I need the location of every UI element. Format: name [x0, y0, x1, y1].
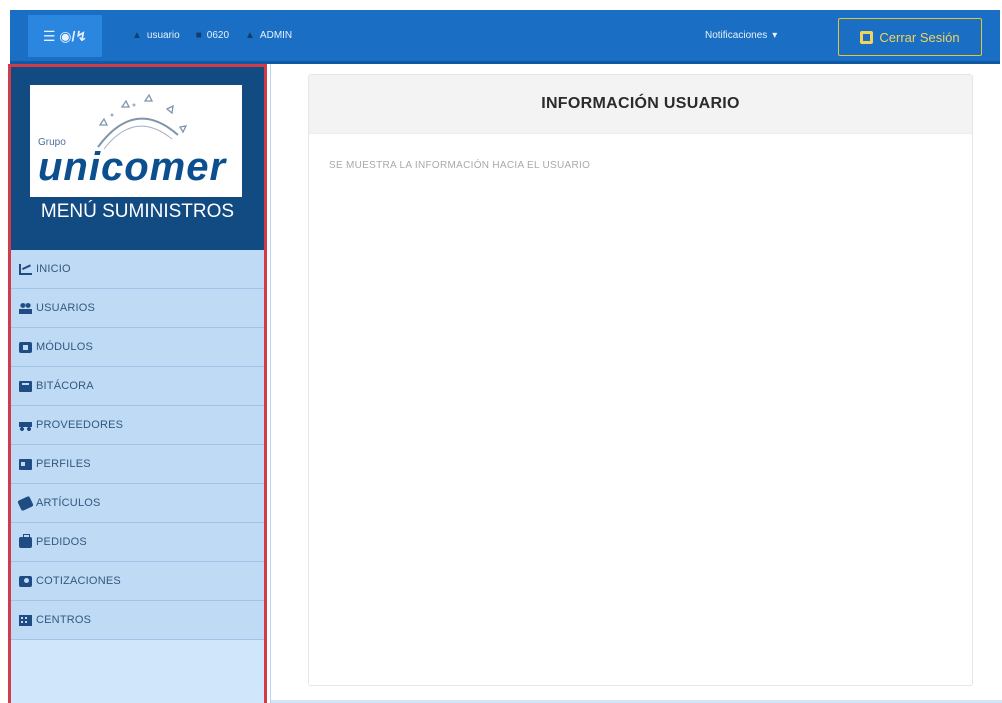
- logout-button[interactable]: Cerrar Sesión: [838, 18, 982, 56]
- sidebar-item-centros[interactable]: CENTROS: [11, 601, 264, 640]
- sidebar-menu: INICIO USUARIOS MÓDULOS BITÁCORA PROVEED…: [11, 250, 264, 640]
- card-title: INFORMACIÓN USUARIO: [309, 75, 972, 134]
- notifications-label: Notificaciones: [705, 30, 768, 41]
- sidebar-item-pedidos[interactable]: PEDIDOS: [11, 523, 264, 562]
- chart-line-icon: [19, 263, 32, 275]
- username-label: usuario: [146, 30, 180, 41]
- user-info: ▲ usuario ■ 0620 ▲ ADMIN: [132, 30, 292, 41]
- sidebar-item-label: CENTROS: [36, 614, 92, 626]
- chevron-down-icon: ▾: [772, 30, 778, 41]
- logout-icon: [860, 30, 874, 44]
- role-label: ADMIN: [259, 30, 293, 41]
- card-text: SE MUESTRA LA INFORMACIÓN HACIA EL USUAR…: [329, 160, 591, 171]
- code-item: ■ 0620: [196, 30, 229, 41]
- menu-toggle-icon: ☰ ◉/↯: [42, 27, 88, 44]
- sidebar-toggle-button[interactable]: ☰ ◉/↯: [28, 15, 102, 57]
- briefcase-icon: [19, 533, 32, 548]
- id-card-icon: ■: [195, 30, 202, 41]
- money-icon: [19, 575, 32, 587]
- user-shield-icon: ▲: [245, 30, 255, 41]
- code-label: 0620: [206, 30, 230, 41]
- book-icon: [19, 380, 32, 392]
- module-icon: [19, 341, 32, 353]
- sidebar-item-label: BITÁCORA: [36, 380, 94, 392]
- top-navbar: ☰ ◉/↯ ▲ usuario ■ 0620 ▲ ADMIN Notificac…: [10, 10, 1000, 64]
- sidebar-item-inicio[interactable]: INICIO: [11, 250, 264, 289]
- sidebar-item-label: MÓDULOS: [36, 341, 94, 353]
- sidebar-item-label: USUARIOS: [36, 302, 96, 314]
- main-content: INFORMACIÓN USUARIO SE MUESTRA LA INFORM…: [270, 64, 1002, 703]
- sidebar-item-label: INICIO: [36, 263, 71, 275]
- truck-icon: [19, 419, 32, 431]
- sidebar-item-label: COTIZACIONES: [36, 575, 121, 587]
- user-info-card: INFORMACIÓN USUARIO SE MUESTRA LA INFORM…: [308, 74, 973, 686]
- sidebar-item-articulos[interactable]: ARTÍCULOS: [11, 484, 264, 523]
- username-item: ▲ usuario: [132, 30, 180, 41]
- users-icon: [19, 302, 32, 314]
- sidebar-item-modulos[interactable]: MÓDULOS: [11, 328, 264, 367]
- role-item: ▲ ADMIN: [245, 30, 292, 41]
- sidebar-item-proveedores[interactable]: PROVEEDORES: [11, 406, 264, 445]
- sidebar-item-label: PEDIDOS: [36, 536, 87, 548]
- id-card-icon: [19, 458, 32, 470]
- logout-label: Cerrar Sesión: [879, 29, 960, 45]
- sidebar-item-cotizaciones[interactable]: COTIZACIONES: [11, 562, 264, 601]
- sidebar-brand: Grupo unicomer MENÚ SUMINISTROS: [11, 67, 264, 250]
- logo-brand-text: unicomer: [38, 145, 227, 189]
- notifications-dropdown[interactable]: Notificaciones ▾: [705, 30, 777, 41]
- sidebar-item-perfiles[interactable]: PERFILES: [11, 445, 264, 484]
- unicomer-logo: Grupo unicomer: [30, 85, 242, 197]
- sidebar-item-label: PERFILES: [36, 458, 91, 470]
- sidebar-item-bitacora[interactable]: BITÁCORA: [11, 367, 264, 406]
- sidebar-title: MENÚ SUMINISTROS: [40, 201, 235, 222]
- sidebar-item-label: ARTÍCULOS: [36, 497, 101, 509]
- sidebar-item-label: PROVEEDORES: [36, 419, 124, 431]
- user-icon: ▲: [132, 30, 142, 41]
- sidebar-item-usuarios[interactable]: USUARIOS: [11, 289, 264, 328]
- pencil-icon: [17, 495, 34, 511]
- building-icon: [19, 614, 32, 626]
- sidebar: Grupo unicomer MENÚ SUMINISTROS INICIO U…: [8, 64, 267, 703]
